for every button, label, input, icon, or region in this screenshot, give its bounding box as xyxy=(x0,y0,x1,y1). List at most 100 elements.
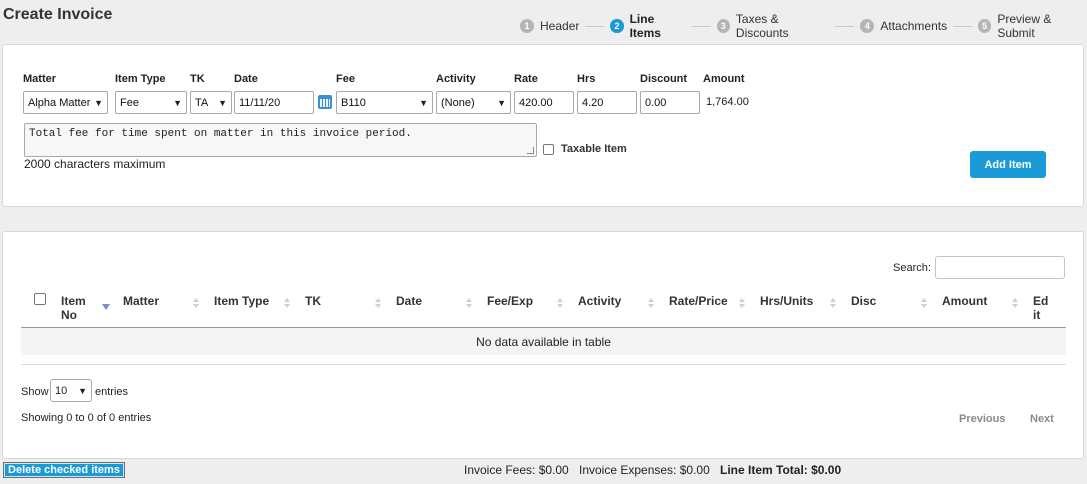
fee-label: Fee xyxy=(336,73,355,85)
step-number-badge: 1 xyxy=(520,19,534,33)
calendar-icon[interactable] xyxy=(318,95,332,109)
chevron-down-icon: ▼ xyxy=(173,97,182,108)
column-header-tk[interactable]: TK xyxy=(305,294,321,308)
taxable-checkbox[interactable] xyxy=(543,144,554,155)
table-info: Showing 0 to 0 of 0 entries xyxy=(21,412,152,424)
column-header-date[interactable]: Date xyxy=(396,294,422,308)
sort-icon xyxy=(557,298,563,310)
chevron-down-icon: ▼ xyxy=(94,97,103,108)
delete-checked-items-button[interactable]: Delete checked items xyxy=(3,462,125,478)
date-input-value: 11/11/20 xyxy=(239,96,281,109)
fee-select-value: B110 xyxy=(341,96,366,109)
chevron-down-icon: ▼ xyxy=(218,97,227,108)
chevron-down-icon: ▼ xyxy=(497,97,506,108)
discount-input-value: 0.00 xyxy=(645,96,667,109)
table-bottom-divider xyxy=(21,364,1066,365)
page-length-select[interactable]: 10 ▼ xyxy=(50,379,92,402)
step-number-badge: 3 xyxy=(716,19,730,33)
chevron-down-icon: ▼ xyxy=(78,385,87,396)
sort-icon xyxy=(375,298,381,310)
line-item-form-panel: Matter Item Type TK Date Fee Activity Ra… xyxy=(2,44,1084,207)
column-header-fee-exp[interactable]: Fee/Exp xyxy=(487,294,533,308)
activity-select-value: (None) xyxy=(441,96,475,109)
column-header-disc[interactable]: Disc xyxy=(851,294,876,308)
step-number-badge: 2 xyxy=(610,19,624,33)
step-separator xyxy=(585,25,605,27)
description-text: Total fee for time spent on matter in th… xyxy=(29,128,412,140)
activity-label: Activity xyxy=(436,73,476,85)
column-header-amount[interactable]: Amount xyxy=(942,294,987,308)
step-label: Preview & Submit xyxy=(997,12,1052,40)
table-empty-row: No data available in table xyxy=(21,328,1066,355)
matter-select[interactable]: Alpha Matter ▼ xyxy=(23,91,108,114)
fee-select[interactable]: B110 ▼ xyxy=(336,91,433,114)
search-label: Search: xyxy=(893,262,931,274)
column-header-text: it xyxy=(1033,308,1041,322)
page-length-value: 10 xyxy=(55,384,68,397)
wizard-steps: 1 Header 2 Line Items 3 Taxes & Discount… xyxy=(520,12,1087,40)
hrs-label: Hrs xyxy=(577,73,596,85)
column-header-text: No xyxy=(61,308,77,322)
step-label: Line Items xyxy=(629,12,661,40)
discount-input[interactable]: 0.00 xyxy=(640,91,700,114)
activity-select[interactable]: (None) ▼ xyxy=(436,91,511,114)
add-item-button[interactable]: Add Item xyxy=(970,151,1046,178)
step-header[interactable]: 1 Header xyxy=(520,19,579,33)
sort-icon xyxy=(921,298,927,310)
tk-label: TK xyxy=(190,73,205,85)
step-preview-submit[interactable]: 5 Preview & Submit xyxy=(978,12,1087,40)
step-label: Taxes & Discounts xyxy=(735,12,789,40)
amount-label: Amount xyxy=(703,73,745,85)
sort-icon xyxy=(648,298,654,310)
discount-label: Discount xyxy=(640,73,688,85)
item-type-select-value: Fee xyxy=(120,96,139,109)
sort-icon xyxy=(193,298,199,310)
page-title: Create Invoice xyxy=(3,6,113,23)
column-header-text: Ed xyxy=(1033,294,1049,308)
step-number-badge: 4 xyxy=(860,19,875,33)
amount-value: 1,764.00 xyxy=(706,96,749,108)
line-items-table-panel: Search: Item No Matter Item Type TK Date… xyxy=(2,231,1084,459)
column-header-edit[interactable]: Ed it xyxy=(1033,294,1048,322)
rate-input[interactable]: 420.00 xyxy=(514,91,574,114)
length-show-label: Show xyxy=(21,386,49,398)
column-header-hrs-units[interactable]: Hrs/Units xyxy=(760,294,813,308)
sort-icon xyxy=(466,298,472,310)
sort-icon xyxy=(284,298,290,310)
step-separator xyxy=(953,25,973,27)
step-line-items[interactable]: 2 Line Items xyxy=(610,12,685,40)
step-taxes-discounts[interactable]: 3 Taxes & Discounts xyxy=(716,12,830,40)
description-textarea[interactable]: Total fee for time spent on matter in th… xyxy=(24,123,537,157)
next-page-button[interactable]: Next xyxy=(1030,413,1054,425)
matter-label: Matter xyxy=(23,73,57,85)
step-label: Attachments xyxy=(880,19,948,33)
date-label: Date xyxy=(234,73,258,85)
char-limit-note: 2000 characters maximum xyxy=(24,157,166,171)
column-header-item-type[interactable]: Item Type xyxy=(214,294,269,308)
chevron-down-icon: ▼ xyxy=(419,97,428,108)
select-all-checkbox[interactable] xyxy=(34,293,46,305)
hrs-input[interactable]: 4.20 xyxy=(577,91,637,114)
line-item-total: Line Item Total: $0.00 xyxy=(720,463,842,477)
date-input[interactable]: 11/11/20 xyxy=(234,91,314,114)
rate-label: Rate xyxy=(514,73,538,85)
column-header-text: Item xyxy=(61,294,86,308)
step-separator xyxy=(691,25,711,27)
sort-icon xyxy=(1012,298,1018,310)
step-attachments[interactable]: 4 Attachments xyxy=(860,19,947,33)
column-header-activity[interactable]: Activity xyxy=(578,294,621,308)
search-input[interactable] xyxy=(935,256,1065,279)
column-header-matter[interactable]: Matter xyxy=(123,294,159,308)
sort-icon xyxy=(830,298,836,310)
item-type-label: Item Type xyxy=(115,73,166,85)
column-header-rate-price[interactable]: Rate/Price xyxy=(669,294,728,308)
tk-select[interactable]: TA ▼ xyxy=(190,91,232,114)
previous-page-button[interactable]: Previous xyxy=(959,413,1005,425)
matter-select-value: Alpha Matter xyxy=(28,96,91,109)
rate-input-value: 420.00 xyxy=(519,96,553,109)
item-type-select[interactable]: Fee ▼ xyxy=(115,91,187,114)
step-number-badge: 5 xyxy=(978,19,992,33)
column-header-item-no[interactable]: Item No xyxy=(61,294,86,322)
invoice-expenses-total: Invoice Expenses: $0.00 xyxy=(579,463,710,477)
step-label: Header xyxy=(540,19,580,33)
